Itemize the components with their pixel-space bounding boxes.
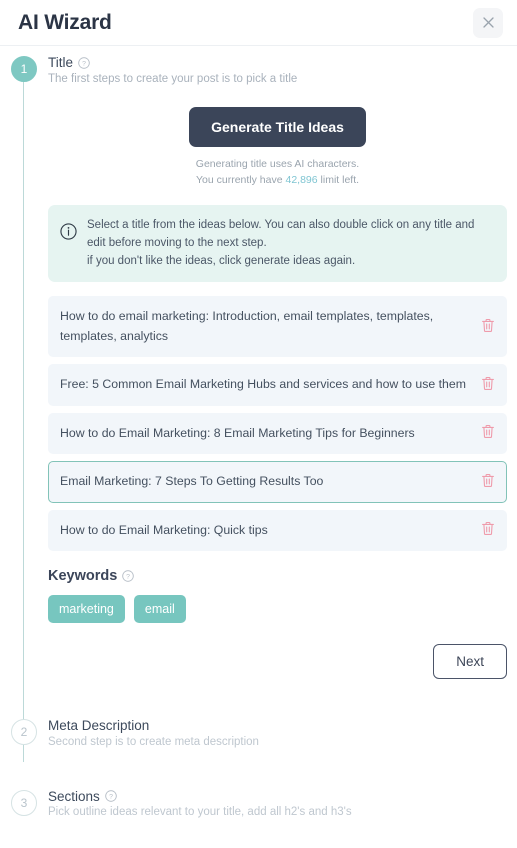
info-banner: Select a title from the ideas below. You… xyxy=(48,205,507,283)
keyword-chip[interactable]: marketing xyxy=(48,595,125,623)
next-button-row: Next xyxy=(48,644,507,679)
limit-suffix: limit left. xyxy=(317,173,360,186)
title-idea-item[interactable]: How to do email marketing: Introduction,… xyxy=(48,296,507,358)
trash-icon xyxy=(481,473,495,491)
info-banner-text: Select a title from the ideas below. You… xyxy=(87,217,494,270)
step-1: 1 Title ? The first steps to create your… xyxy=(0,46,517,762)
step-2-heading: Meta Description xyxy=(48,719,507,733)
step-1-content: Title ? The first steps to create your p… xyxy=(48,46,517,719)
step-1-number-label: 1 xyxy=(20,62,28,76)
title-idea-text: How to do Email Marketing: 8 Email Marke… xyxy=(60,425,415,440)
step-3-number-label: 3 xyxy=(20,795,28,810)
trash-icon xyxy=(481,318,495,336)
delete-title-button[interactable] xyxy=(479,318,497,336)
step-3-title: Sections xyxy=(48,788,100,804)
svg-text:?: ? xyxy=(109,794,113,801)
step-2[interactable]: 2 Meta Description Second step is to cre… xyxy=(0,719,517,748)
step-3-subtitle: Pick outline ideas relevant to your titl… xyxy=(48,806,352,818)
limit-prefix: You currently have xyxy=(195,173,286,186)
step-connector-line xyxy=(23,72,24,762)
title-idea-text: How to do Email Marketing: Quick tips xyxy=(60,522,268,537)
keyword-chips: marketing email xyxy=(48,595,507,623)
generate-button-wrap: Generate Title Ideas xyxy=(48,106,507,147)
modal-body: 1 Title ? The first steps to create your… xyxy=(0,46,517,848)
step-2-number-label: 2 xyxy=(20,725,28,739)
trash-icon xyxy=(481,376,495,394)
help-circle-icon[interactable]: ? xyxy=(78,57,90,69)
step-1-heading: Title ? xyxy=(48,56,507,70)
page-title: AI Wizard xyxy=(18,10,112,34)
keyword-chip[interactable]: email xyxy=(133,595,186,623)
title-ideas-list: How to do email marketing: Introduction,… xyxy=(48,296,507,551)
delete-title-button[interactable] xyxy=(479,473,497,491)
keywords-section: Keywords ? marketing email xyxy=(48,568,507,623)
title-idea-item[interactable]: How to do Email Marketing: Quick tips xyxy=(48,509,507,551)
step-3-rail: 3 xyxy=(0,789,48,816)
step-1-panel: Generate Title Ideas Generating title us… xyxy=(48,85,507,720)
step-1-rail: 1 xyxy=(0,46,48,762)
help-circle-icon[interactable]: ? xyxy=(122,570,135,582)
modal-header: AI Wizard xyxy=(0,0,517,46)
step-1-number[interactable]: 1 xyxy=(11,56,37,82)
step-2-subtitle: Second step is to create meta descriptio… xyxy=(48,735,259,748)
delete-title-button[interactable] xyxy=(479,376,497,394)
delete-title-button[interactable] xyxy=(479,521,497,539)
step-3-content: Sections ? Pick outline ideas relevant t… xyxy=(48,788,517,818)
step-3[interactable]: 3 Sections ? Pick outline ideas relevant… xyxy=(0,788,517,818)
generate-title-ideas-button[interactable]: Generate Title Ideas xyxy=(189,106,366,147)
next-button[interactable]: Next xyxy=(433,644,507,679)
limit-count: 42,896 xyxy=(285,173,318,186)
keywords-label: Keywords xyxy=(48,568,118,584)
step-2-title: Meta Description xyxy=(48,718,150,733)
close-icon xyxy=(481,15,496,30)
info-line-1: Select a title from the ideas below. You… xyxy=(87,219,475,249)
close-button[interactable] xyxy=(473,7,503,38)
step-1-subtitle: The first steps to create your post is t… xyxy=(48,72,298,85)
title-idea-text: Email Marketing: 7 Steps To Getting Resu… xyxy=(60,474,324,489)
help-circle-icon[interactable]: ? xyxy=(105,790,117,802)
step-3-heading: Sections ? xyxy=(48,788,507,804)
title-idea-item[interactable]: Free: 5 Common Email Marketing Hubs and … xyxy=(48,364,507,406)
svg-text:?: ? xyxy=(82,60,86,67)
ai-wizard-modal: AI Wizard 1 Title ? The first steps to c… xyxy=(0,0,517,848)
step-1-title: Title xyxy=(48,55,74,70)
info-line-2: if you don't like the ideas, click gener… xyxy=(87,254,356,267)
title-idea-text: How to do email marketing: Introduction,… xyxy=(60,309,434,343)
trash-icon xyxy=(481,424,495,442)
info-circle-icon xyxy=(60,223,77,245)
step-2-rail: 2 xyxy=(0,719,48,745)
title-idea-text: Free: 5 Common Email Marketing Hubs and … xyxy=(60,377,466,392)
step-2-content: Meta Description Second step is to creat… xyxy=(48,719,517,748)
generate-note-line1: Generating title uses AI characters. xyxy=(195,157,360,170)
svg-text:?: ? xyxy=(126,574,130,581)
delete-title-button[interactable] xyxy=(479,424,497,442)
trash-icon xyxy=(481,521,495,539)
step-3-number[interactable]: 3 xyxy=(11,789,37,816)
generate-note: Generating title uses AI characters. You… xyxy=(48,156,507,189)
step-2-number[interactable]: 2 xyxy=(11,719,37,745)
generate-note-line2: You currently have 42,896 limit left. xyxy=(48,172,507,188)
keywords-header: Keywords ? xyxy=(48,568,507,584)
title-idea-item-selected[interactable]: Email Marketing: 7 Steps To Getting Resu… xyxy=(48,461,507,503)
title-idea-item[interactable]: How to do Email Marketing: 8 Email Marke… xyxy=(48,412,507,455)
